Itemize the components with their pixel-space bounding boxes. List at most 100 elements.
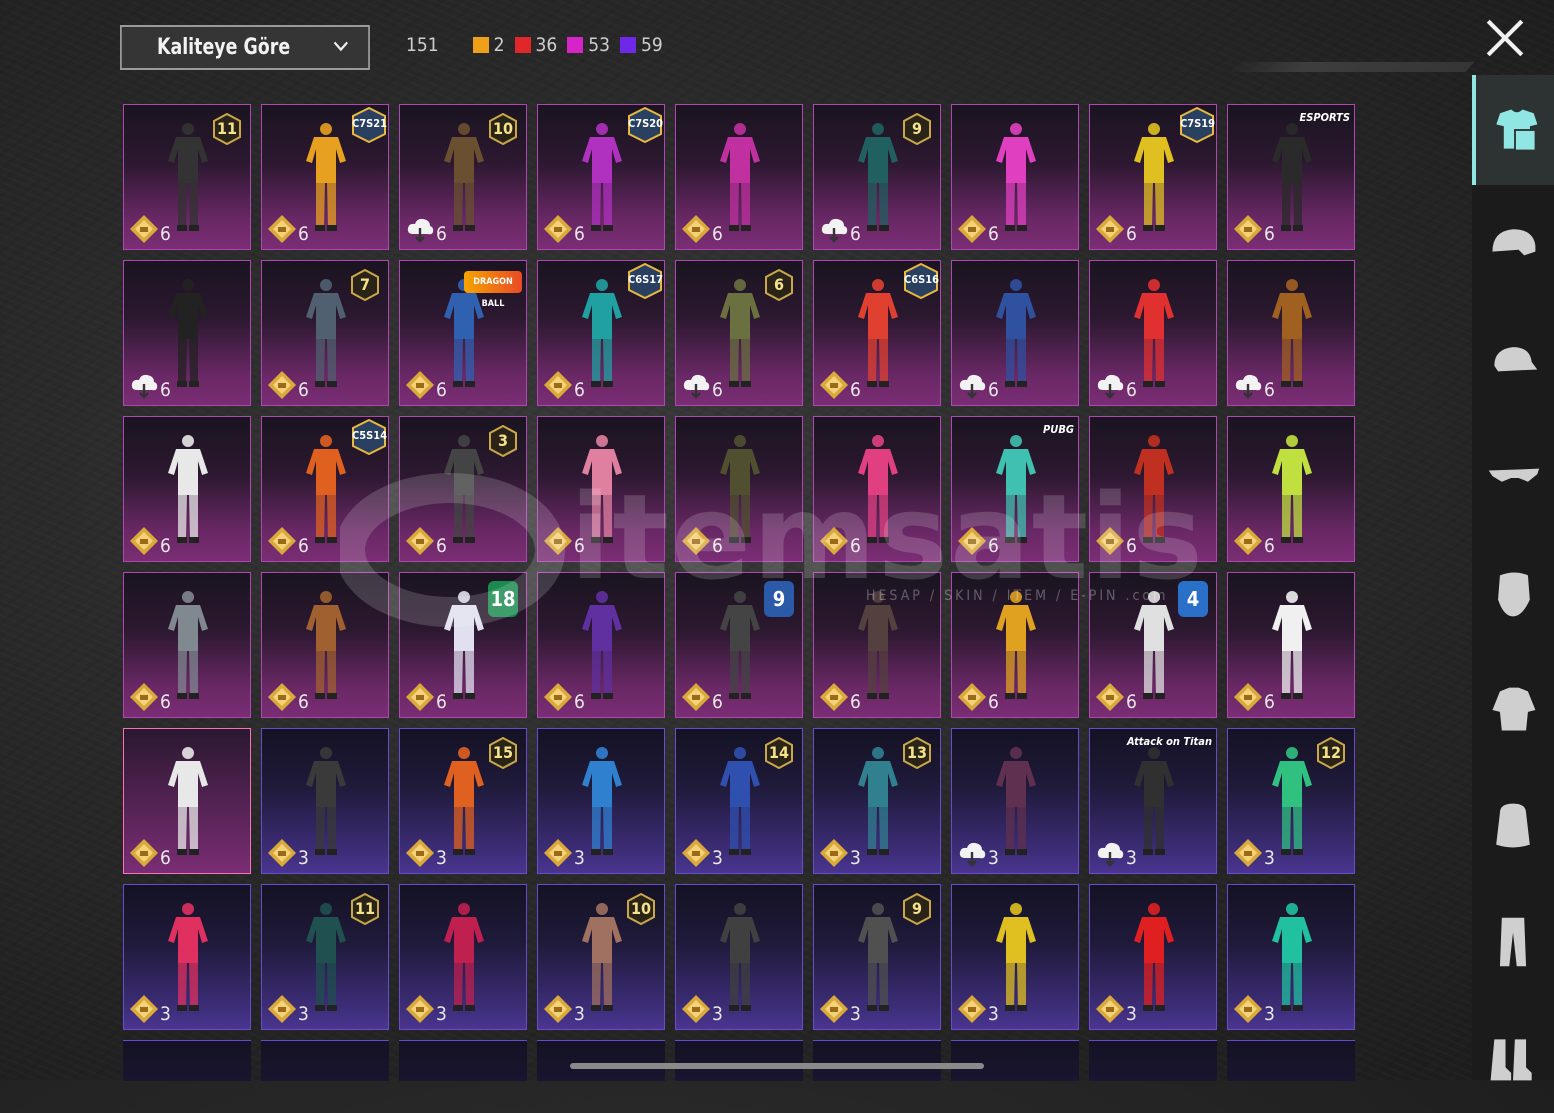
outfit-tile[interactable]: 6	[951, 104, 1079, 250]
outfit-image	[1134, 123, 1174, 231]
upgrade-level: 6	[436, 691, 447, 713]
partial-tile[interactable]	[813, 1040, 941, 1081]
outfit-image	[1272, 279, 1312, 387]
outfit-tile[interactable]: C5S14 6	[261, 416, 389, 562]
outfit-tile[interactable]: 12 3	[1227, 728, 1355, 874]
outfit-image	[720, 123, 760, 231]
upgrade-level: 6	[1264, 379, 1275, 401]
count-red: 36	[514, 34, 557, 56]
total-count: 151	[406, 34, 439, 56]
outfit-tile[interactable]: 6	[1227, 572, 1355, 718]
partial-tile[interactable]	[675, 1040, 803, 1081]
outfit-tile[interactable]: 18 6	[399, 572, 527, 718]
sort-dropdown[interactable]: Kaliteye Göre	[120, 25, 370, 70]
outfit-tile[interactable]: 6	[1227, 416, 1355, 562]
outfit-tile[interactable]: 3	[1089, 884, 1217, 1030]
outfit-tile[interactable]: 6	[123, 728, 251, 874]
rarity-star-icon	[1234, 215, 1262, 243]
outfit-tile[interactable]: 10 3	[537, 884, 665, 1030]
outfit-tile[interactable]: 3 6	[399, 416, 527, 562]
partial-tile[interactable]	[951, 1040, 1079, 1081]
outfit-tile[interactable]: 3	[951, 884, 1079, 1030]
outfit-tile[interactable]: 9 6	[813, 104, 941, 250]
sidebar-tab-shoes[interactable]	[1472, 1003, 1554, 1113]
rarity-star-icon	[268, 683, 296, 711]
sidebar-tab-outfit[interactable]	[1472, 75, 1554, 185]
outfit-tile[interactable]: 3	[123, 884, 251, 1030]
upgrade-level: 6	[160, 691, 171, 713]
upgrade-level: 6	[712, 223, 723, 245]
partial-tile[interactable]	[399, 1040, 527, 1081]
sidebar-tab-helmet[interactable]	[1472, 191, 1554, 301]
upgrade-level: 6	[160, 379, 171, 401]
partial-tile[interactable]	[123, 1040, 251, 1081]
outfit-tile[interactable]: 6	[123, 416, 251, 562]
rarity-star-icon	[544, 995, 572, 1023]
outfit-tile[interactable]: 11 6	[123, 104, 251, 250]
home-indicator[interactable]	[570, 1063, 984, 1069]
outfit-tile[interactable]: 6 6	[675, 260, 803, 406]
outfit-image	[168, 747, 208, 855]
rarity-star-icon	[406, 995, 434, 1023]
outfit-image	[1134, 279, 1174, 387]
outfit-tile[interactable]: 11 3	[261, 884, 389, 1030]
outfit-tile[interactable]: 10 6	[399, 104, 527, 250]
outfit-tile[interactable]: 3	[261, 728, 389, 874]
sidebar-tab-mask[interactable]	[1472, 539, 1554, 649]
outfit-tile[interactable]: ESPORTS 6	[1227, 104, 1355, 250]
outfit-image	[1134, 903, 1174, 1011]
glasses-icon	[1488, 468, 1540, 482]
outfit-tile[interactable]: 6	[1089, 260, 1217, 406]
partial-tile[interactable]	[537, 1040, 665, 1081]
outfit-tile[interactable]: 7 6	[261, 260, 389, 406]
upgrade-level: 6	[574, 223, 585, 245]
outfit-tile[interactable]: C7S20 6	[537, 104, 665, 250]
outfit-tile[interactable]: 3	[537, 728, 665, 874]
outfit-tile[interactable]: 3	[675, 884, 803, 1030]
outfit-tile[interactable]: 15 3	[399, 728, 527, 874]
outfit-tile[interactable]: 6	[1227, 260, 1355, 406]
outfit-tile[interactable]: 6	[675, 104, 803, 250]
sidebar-tab-jacket[interactable]	[1472, 655, 1554, 765]
category-sidebar	[1472, 75, 1554, 1081]
outfit-tile[interactable]: 3	[1227, 884, 1355, 1030]
partial-tile[interactable]	[261, 1040, 389, 1081]
rarity-star-icon	[958, 683, 986, 711]
outfit-tile[interactable]: 13 3	[813, 728, 941, 874]
outfit-tile[interactable]: C6S17 6	[537, 260, 665, 406]
outfit-tile[interactable]: Attack on Titan 3	[1089, 728, 1217, 874]
outfit-tile[interactable]: DRAGON BALL 6	[399, 260, 527, 406]
outfit-tile[interactable]: 6	[123, 572, 251, 718]
outfit-tile[interactable]: 6	[123, 260, 251, 406]
outfit-tile[interactable]: C6S16 6	[813, 260, 941, 406]
outfit-image	[582, 279, 622, 387]
cloud-download-icon	[407, 218, 434, 243]
outfit-tile[interactable]: 6	[261, 572, 389, 718]
outfit-image	[306, 123, 346, 231]
rarity-star-icon	[406, 683, 434, 711]
rarity-star-icon	[1096, 683, 1124, 711]
outfit-tile[interactable]: C7S19 6	[1089, 104, 1217, 250]
outfit-image	[168, 279, 208, 387]
season-badge: C6S16	[904, 262, 939, 300]
sidebar-tab-cap[interactable]	[1472, 307, 1554, 417]
rarity-star-icon	[544, 683, 572, 711]
partial-tile[interactable]	[1227, 1040, 1355, 1081]
tier-badge: 11	[212, 112, 242, 146]
sidebar-tab-pants[interactable]	[1472, 887, 1554, 997]
outfit-tile[interactable]: 6	[951, 260, 1079, 406]
rarity-star-icon	[1096, 995, 1124, 1023]
outfit-tile[interactable]: C7S21 6	[261, 104, 389, 250]
sidebar-tab-backpack[interactable]	[1472, 771, 1554, 881]
rarity-star-icon	[682, 839, 710, 867]
outfit-tile[interactable]: 3	[399, 884, 527, 1030]
upgrade-level: 6	[160, 223, 171, 245]
outfit-tile[interactable]: 14 3	[675, 728, 803, 874]
outfit-tile[interactable]: 3	[951, 728, 1079, 874]
upgrade-level: 6	[988, 691, 999, 713]
outfit-tile[interactable]: 9 3	[813, 884, 941, 1030]
partial-tile[interactable]	[1089, 1040, 1217, 1081]
rarity-star-icon	[268, 995, 296, 1023]
sidebar-tab-glasses[interactable]	[1472, 423, 1554, 533]
close-icon[interactable]	[1484, 17, 1526, 59]
